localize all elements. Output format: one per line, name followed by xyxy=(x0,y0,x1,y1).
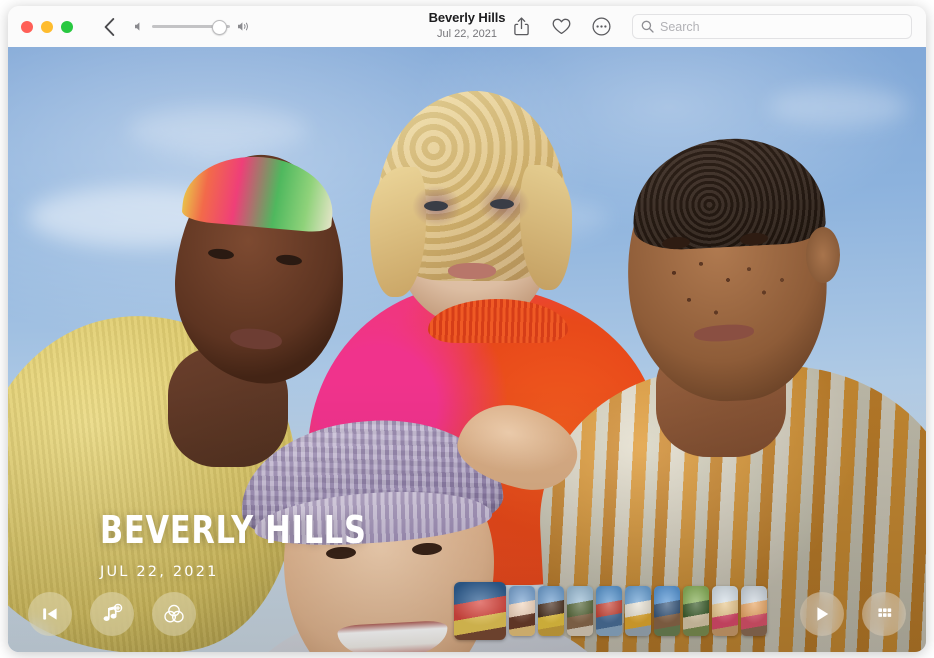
favorite-button[interactable] xyxy=(550,16,572,38)
filters-button[interactable] xyxy=(152,592,196,636)
play-icon xyxy=(812,604,832,624)
minimize-button[interactable] xyxy=(41,21,53,33)
play-button[interactable] xyxy=(800,592,844,636)
thumbnail-highlight xyxy=(596,586,622,636)
thumbnail-highlight xyxy=(509,586,535,636)
add-music-button[interactable] xyxy=(90,592,134,636)
thumbnail-highlight xyxy=(538,586,564,636)
speaker-high-icon xyxy=(237,21,252,32)
thumb-jumping[interactable] xyxy=(654,586,680,636)
grid-view-button[interactable] xyxy=(862,592,906,636)
overlapping-circles-icon xyxy=(163,603,185,625)
volume-track[interactable] xyxy=(152,25,230,28)
thumbnail-highlight xyxy=(454,582,506,640)
thumbnail-highlight xyxy=(654,586,680,636)
thumb-trees[interactable] xyxy=(683,586,709,636)
volume-slider-group[interactable] xyxy=(134,21,252,32)
thumbnail-highlight xyxy=(567,586,593,636)
thumb-two-friends[interactable] xyxy=(625,586,651,636)
music-note-plus-icon xyxy=(101,603,123,625)
share-button[interactable] xyxy=(510,16,532,38)
ellipsis-circle-icon xyxy=(592,17,611,36)
thumb-group-photo[interactable] xyxy=(454,582,506,640)
heart-icon xyxy=(552,18,571,35)
memory-photo: BEVERLY HILLS JUL 22, 2021 xyxy=(8,47,926,652)
thumb-portrait-rainbow-hair[interactable] xyxy=(509,586,535,636)
thumb-yellow-shirt[interactable] xyxy=(538,586,564,636)
thumb-green-cap[interactable] xyxy=(567,586,593,636)
grid-icon xyxy=(875,605,894,624)
window-toolbar: Beverly Hills Jul 22, 2021 xyxy=(8,6,926,47)
thumb-blonde-friends[interactable] xyxy=(712,586,738,636)
previous-memory-button[interactable] xyxy=(28,592,72,636)
toolbar-actions: Search xyxy=(510,14,912,39)
chevron-left-icon xyxy=(104,18,115,36)
traffic-lights xyxy=(21,21,73,33)
thumb-red-ladder[interactable] xyxy=(596,586,622,636)
playback-controls-left xyxy=(28,592,196,636)
skip-back-icon xyxy=(40,605,60,623)
thumbnail-highlight xyxy=(712,586,738,636)
photos-window: Beverly Hills Jul 22, 2021 xyxy=(8,6,926,652)
back-button[interactable] xyxy=(98,14,120,40)
close-button[interactable] xyxy=(21,21,33,33)
share-icon xyxy=(514,17,529,36)
search-placeholder: Search xyxy=(660,20,700,34)
search-icon xyxy=(641,20,654,33)
photo-vignette xyxy=(8,47,926,652)
thumbnail-highlight xyxy=(683,586,709,636)
thumbnail-highlight xyxy=(741,586,767,636)
volume-thumb[interactable] xyxy=(212,20,227,35)
memory-filmstrip[interactable] xyxy=(454,580,767,642)
speaker-low-icon xyxy=(134,21,145,32)
photo-viewer[interactable]: BEVERLY HILLS JUL 22, 2021 xyxy=(8,47,926,652)
playback-controls-right xyxy=(800,592,906,636)
thumbnail-highlight xyxy=(625,586,651,636)
search-field[interactable]: Search xyxy=(632,14,912,39)
more-options-button[interactable] xyxy=(590,16,612,38)
maximize-button[interactable] xyxy=(61,21,73,33)
thumb-orange-group[interactable] xyxy=(741,586,767,636)
